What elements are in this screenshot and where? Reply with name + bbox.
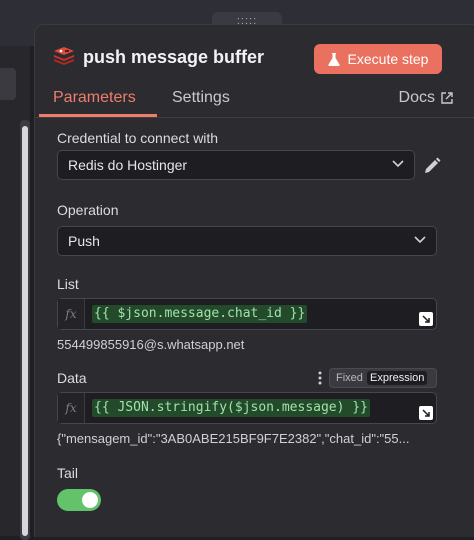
- toggle-knob: [82, 492, 98, 508]
- fx-icon: fx: [58, 393, 85, 423]
- side-chip: [0, 68, 16, 100]
- list-expression-code: {{ $json.message.chat_id }}: [92, 305, 308, 323]
- mode-expression[interactable]: Expression: [367, 371, 428, 385]
- expand-icon[interactable]: [419, 312, 433, 326]
- external-link-icon: [441, 92, 453, 104]
- credential-label: Credential to connect with: [57, 130, 219, 146]
- tab-settings[interactable]: Settings: [172, 89, 230, 107]
- node-title[interactable]: push message buffer: [83, 47, 264, 68]
- chevron-down-icon: [414, 236, 426, 244]
- pencil-icon[interactable]: [423, 157, 441, 175]
- execute-step-button[interactable]: Execute step: [314, 44, 442, 74]
- list-result-preview: 554499855916@s.whatsapp.net: [57, 337, 245, 352]
- canvas-left-strip: [0, 46, 30, 540]
- tail-toggle[interactable]: [57, 489, 101, 511]
- credential-value: Redis do Hostinger: [68, 157, 188, 173]
- mode-fixed[interactable]: Fixed: [333, 371, 366, 385]
- data-label: Data: [57, 370, 87, 386]
- redis-icon: [53, 47, 75, 67]
- list-expression-input[interactable]: fx {{ $json.message.chat_id }}: [57, 298, 437, 330]
- tail-label: Tail: [57, 465, 79, 481]
- kebab-menu-icon[interactable]: [317, 371, 323, 385]
- node-parameters-panel: push message buffer Execute step Paramet…: [34, 24, 474, 537]
- data-expression-input[interactable]: fx {{ JSON.stringify($json.message) }}: [57, 392, 437, 424]
- panel-tabs: Parameters Settings Docs: [35, 89, 474, 118]
- expand-icon[interactable]: [419, 406, 433, 420]
- operation-value: Push: [68, 233, 100, 249]
- docs-label: Docs: [398, 89, 435, 106]
- chevron-down-icon: [392, 160, 404, 168]
- scrollbar-thumb[interactable]: [22, 126, 28, 536]
- fx-icon: fx: [58, 299, 85, 329]
- data-result-preview: {"mensagem_id":"3AB0ABE215BF9F7E2382","c…: [57, 431, 410, 446]
- panel-header: push message buffer Execute step: [35, 25, 474, 91]
- credential-select[interactable]: Redis do Hostinger: [57, 150, 415, 180]
- operation-label: Operation: [57, 202, 119, 218]
- tab-docs[interactable]: Docs: [399, 89, 453, 107]
- execute-step-label: Execute step: [347, 51, 429, 67]
- flask-icon: [327, 52, 340, 66]
- tab-parameters[interactable]: Parameters: [53, 89, 136, 107]
- list-label: List: [57, 276, 79, 292]
- data-expression-code: {{ JSON.stringify($json.message) }}: [92, 399, 370, 417]
- mode-toggle: Fixed Expression: [329, 368, 437, 388]
- operation-select[interactable]: Push: [57, 226, 437, 256]
- active-tab-indicator: [39, 114, 157, 117]
